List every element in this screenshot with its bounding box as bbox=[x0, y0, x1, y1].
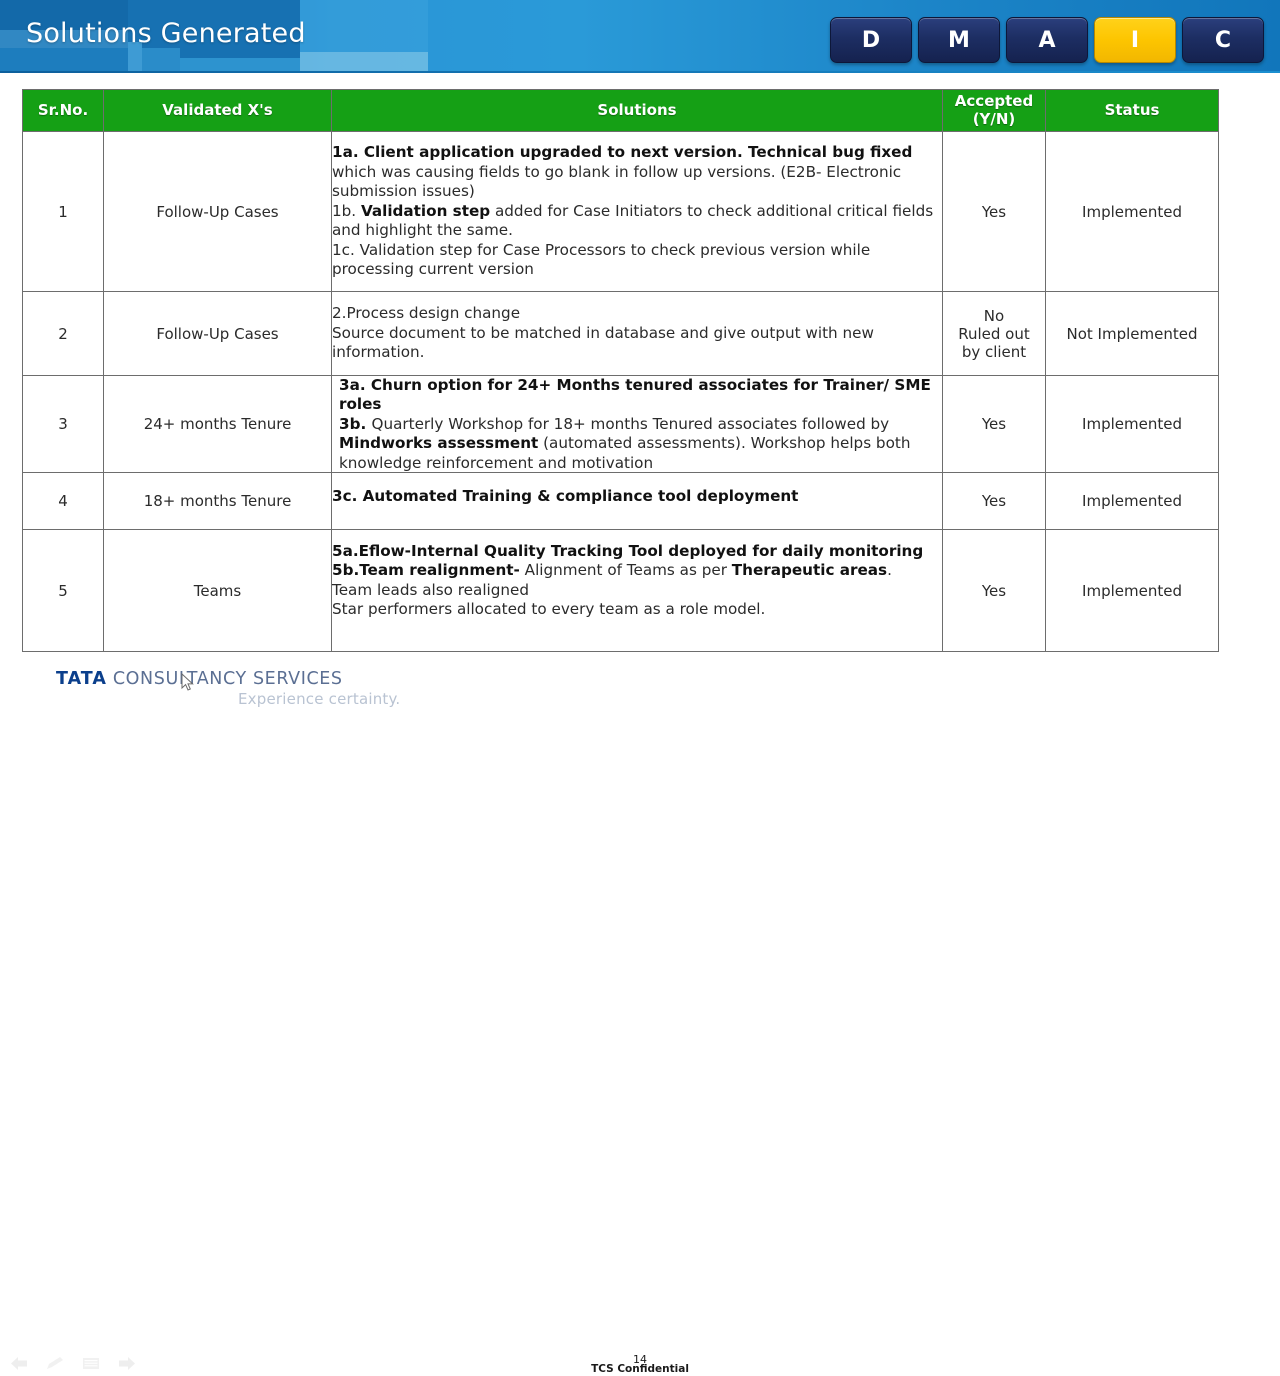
header-deco-block bbox=[300, 52, 428, 73]
table-header-row: Sr.No. Validated X's Solutions Accepted … bbox=[22, 89, 1219, 132]
tcs-logo-name: CONSULTANCY SERVICES bbox=[112, 669, 343, 689]
col-header-accepted-line1: Accepted bbox=[954, 92, 1034, 111]
header-deco-block bbox=[0, 48, 128, 73]
table-row: 4 18+ months Tenure 3c. Automated Traini… bbox=[22, 472, 1219, 530]
cell-validated-x: 24+ months Tenure bbox=[103, 375, 332, 473]
solution-line: Star performers allocated to every team … bbox=[332, 600, 766, 619]
table-row: 5 Teams 5a.Eflow-Internal Quality Tracki… bbox=[22, 529, 1219, 652]
cell-status: Implemented bbox=[1045, 472, 1219, 530]
col-header-solutions: Solutions bbox=[331, 89, 943, 132]
cell-status: Not Implemented bbox=[1045, 291, 1219, 376]
solution-line: 1c. Validation step for Case Processors … bbox=[332, 240, 871, 279]
cell-status: Implemented bbox=[1045, 529, 1219, 652]
solution-line: 1b. Validation step added for Case Initi… bbox=[332, 201, 934, 240]
col-header-accepted: Accepted (Y/N) bbox=[942, 89, 1046, 132]
solution-line: 1a. Client application upgraded to next … bbox=[332, 143, 913, 201]
cell-solution: 3c. Automated Training & compliance tool… bbox=[331, 472, 943, 530]
cell-srno: 2 bbox=[22, 291, 104, 376]
tcs-logo: TATA CONSULTANCY SERVICES bbox=[56, 669, 343, 689]
table-row: 2 Follow-Up Cases 2.Process design chang… bbox=[22, 291, 1219, 376]
cell-validated-x: Follow-Up Cases bbox=[103, 291, 332, 376]
solution-overflow-text: 3a. Churn option for 24+ Months tenured … bbox=[339, 376, 939, 473]
cell-accepted: Yes bbox=[942, 472, 1046, 530]
cell-srno: 1 bbox=[22, 131, 104, 292]
tcs-logo-tata: TATA bbox=[56, 669, 107, 689]
slide-canvas: Solutions Generated D M A I C Sr.No. Val… bbox=[0, 0, 1280, 1375]
cell-status: Implemented bbox=[1045, 131, 1219, 292]
cell-solution: 2.Process design change Source document t… bbox=[331, 291, 943, 376]
cell-accepted: No Ruled out by client bbox=[942, 291, 1046, 376]
table-row: 1 Follow-Up Cases 1a. Client application… bbox=[22, 131, 1219, 292]
col-header-validated-xs: Validated X's bbox=[103, 89, 332, 132]
tcs-tagline: Experience certainty. bbox=[238, 690, 401, 708]
solution-line: 3a. Churn option for 24+ Months tenured … bbox=[339, 376, 931, 414]
cell-accepted: Yes bbox=[942, 375, 1046, 473]
cell-solution: 3a. Churn option for 24+ Months tenured … bbox=[331, 375, 943, 473]
col-header-srno: Sr.No. bbox=[22, 89, 104, 132]
dmaic-button-measure[interactable]: M bbox=[918, 17, 1000, 63]
confidentiality-notice: TCS Confidential bbox=[591, 1363, 689, 1375]
cell-accepted: Yes bbox=[942, 131, 1046, 292]
cell-status: Implemented bbox=[1045, 375, 1219, 473]
cell-srno: 5 bbox=[22, 529, 104, 652]
cell-validated-x: Teams bbox=[103, 529, 332, 652]
slide-footer: TATA CONSULTANCY SERVICES Experience cer… bbox=[0, 663, 1280, 1375]
solution-line: 3b. Quarterly Workshop for 18+ months Te… bbox=[339, 414, 911, 472]
dmaic-button-control[interactable]: C bbox=[1182, 17, 1264, 63]
solution-line: 2.Process design change bbox=[332, 304, 521, 323]
solution-line: Source document to be matched in databas… bbox=[332, 323, 874, 362]
solution-line: Team leads also realigned bbox=[332, 580, 530, 599]
page-title: Solutions Generated bbox=[26, 18, 306, 49]
table-body: 1 Follow-Up Cases 1a. Client application… bbox=[22, 131, 1219, 652]
table-row: 3 24+ months Tenure 3a. Churn option for… bbox=[22, 375, 1219, 473]
dmaic-button-analyze[interactable]: A bbox=[1006, 17, 1088, 63]
cell-accepted: Yes bbox=[942, 529, 1046, 652]
cell-srno: 3 bbox=[22, 375, 104, 473]
cell-srno: 4 bbox=[22, 472, 104, 530]
solution-line: 5b.Team realignment- Alignment of Teams … bbox=[332, 561, 892, 580]
solution-line: 3c. Automated Training & compliance tool… bbox=[332, 487, 799, 505]
solution-line: 5a.Eflow-Internal Quality Tracking Tool … bbox=[332, 542, 924, 560]
col-header-status: Status bbox=[1045, 89, 1219, 132]
cell-solution: 1a. Client application upgraded to next … bbox=[331, 131, 943, 292]
solutions-table: Sr.No. Validated X's Solutions Accepted … bbox=[22, 89, 1219, 652]
cell-solution: 5a.Eflow-Internal Quality Tracking Tool … bbox=[331, 529, 943, 652]
col-header-accepted-line2: (Y/N) bbox=[972, 109, 1016, 128]
dmaic-button-improve[interactable]: I bbox=[1094, 17, 1176, 63]
slide-header: Solutions Generated D M A I C bbox=[0, 0, 1280, 73]
header-underline bbox=[0, 71, 1280, 73]
cell-validated-x: Follow-Up Cases bbox=[103, 131, 332, 292]
cell-validated-x: 18+ months Tenure bbox=[103, 472, 332, 530]
dmaic-button-define[interactable]: D bbox=[830, 17, 912, 63]
dmaic-phase-nav: D M A I C bbox=[830, 17, 1264, 63]
